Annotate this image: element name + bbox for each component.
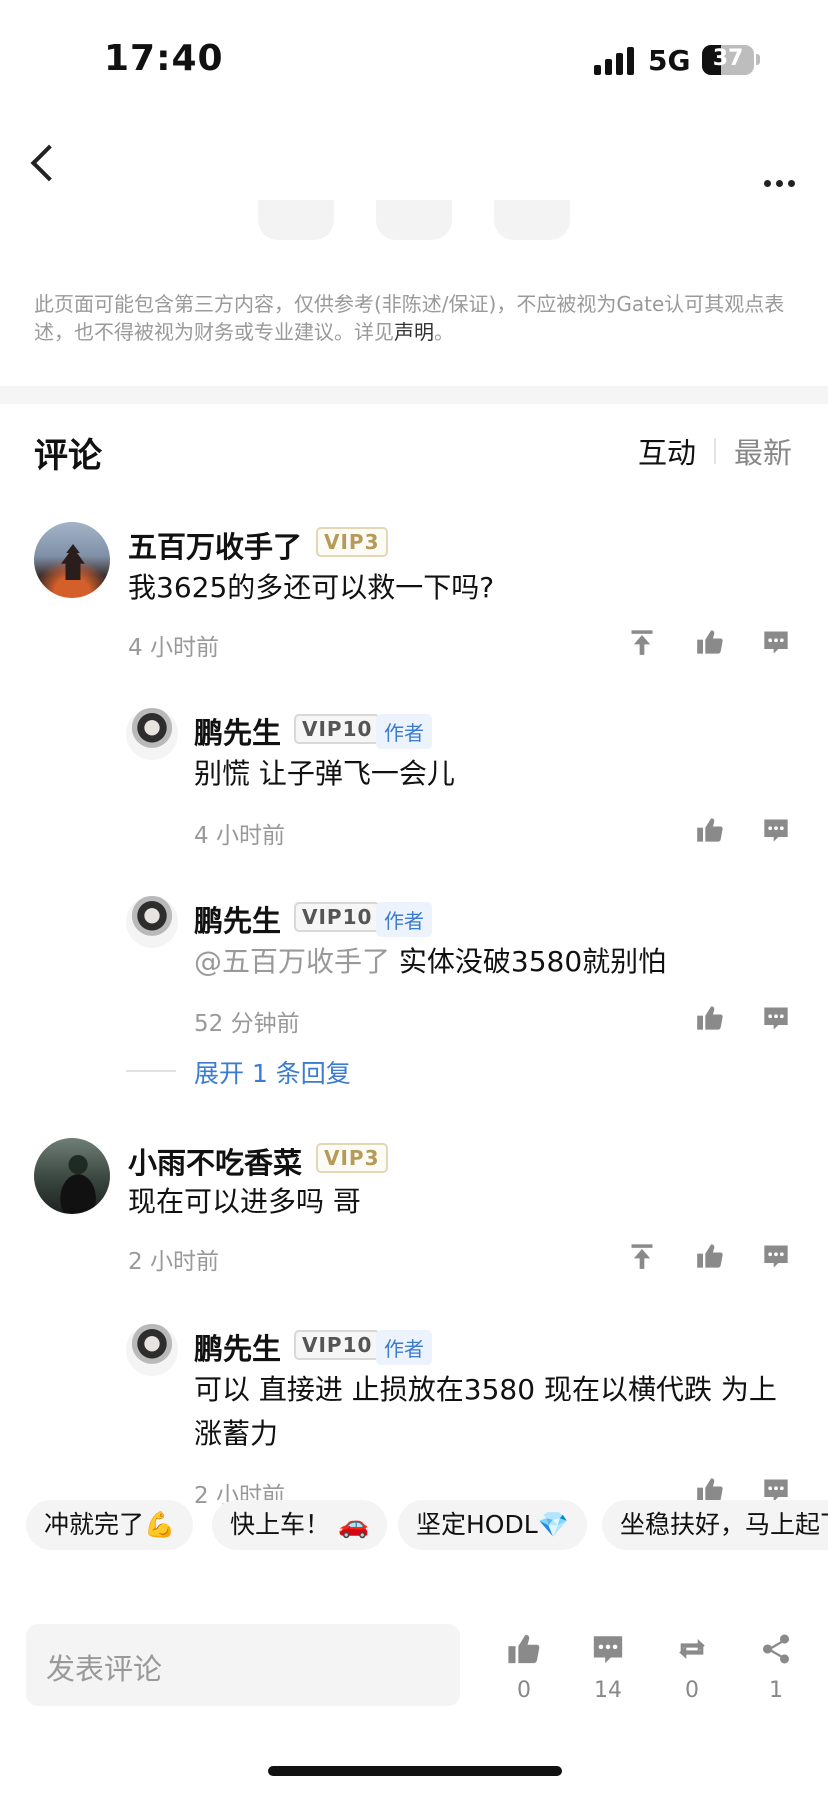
- repost-count: 0: [685, 1678, 699, 1703]
- reply-icon[interactable]: [762, 816, 790, 844]
- vip-badge: VIP3: [316, 1143, 388, 1173]
- quick-reply-chip[interactable]: 冲就完了💪: [26, 1500, 194, 1550]
- avatar[interactable]: [126, 896, 178, 948]
- vip-badge: VIP10: [294, 902, 381, 932]
- sort-tab-latest[interactable]: 最新: [734, 430, 792, 472]
- vip-badge: VIP3: [316, 527, 388, 557]
- status-time: 17:40: [104, 38, 224, 79]
- commenter-name[interactable]: 鹏先生: [194, 710, 281, 752]
- quick-reply-chip[interactable]: 坚定HODL💎: [398, 1500, 587, 1550]
- comment-text-line: 涨蓄力: [194, 1417, 279, 1450]
- avatar[interactable]: [34, 522, 110, 598]
- thumbs-up-icon[interactable]: [696, 1004, 724, 1032]
- like-count: 0: [517, 1678, 531, 1703]
- battery-icon: 37: [702, 45, 754, 75]
- comment-text: @五百万收手了 实体没破3580就别怕: [194, 940, 666, 984]
- comments-title: 评论: [34, 436, 102, 476]
- commenter-name[interactable]: 小雨不吃香菜: [128, 1140, 302, 1182]
- avatar[interactable]: [34, 1138, 110, 1214]
- thumbs-up-icon[interactable]: [696, 628, 724, 656]
- comment-body: 实体没破3580就别怕: [398, 945, 667, 978]
- signal-icon: [594, 47, 636, 75]
- avatar[interactable]: [126, 708, 178, 760]
- thumbs-up-icon[interactable]: [696, 816, 724, 844]
- reaction-pill[interactable]: [258, 200, 334, 240]
- comment-time: 52 分钟前: [194, 1011, 300, 1037]
- comment-icon: [593, 1636, 623, 1664]
- vip-badge: VIP10: [294, 714, 381, 744]
- battery-tip: [756, 54, 760, 65]
- statement-link[interactable]: 声明: [394, 320, 434, 344]
- author-badge: 作者: [376, 714, 432, 749]
- vip-badge: VIP10: [294, 1330, 381, 1360]
- section-divider: [0, 386, 828, 404]
- comment-text: 我3625的多还可以救一下吗?: [128, 571, 495, 604]
- quick-reply-chip[interactable]: 坐稳扶好，马上起飞: [602, 1500, 828, 1550]
- commenter-name[interactable]: 鹏先生: [194, 898, 281, 940]
- comment-placeholder: 发表评论: [46, 1652, 163, 1686]
- comment-input[interactable]: 发表评论: [26, 1624, 460, 1706]
- mention[interactable]: @五百万收手了: [194, 945, 390, 978]
- comment-text-line: 可以 直接进 止损放在3580 现在以横代跌 为上: [194, 1373, 777, 1406]
- battery-level: 37: [712, 46, 744, 71]
- disclaimer-end: 。: [434, 320, 454, 344]
- comment-text: 别慌 让子弹飞一会儿: [194, 757, 455, 790]
- reaction-pill[interactable]: [494, 200, 570, 240]
- avatar[interactable]: [126, 1324, 178, 1376]
- share-action[interactable]: 1: [746, 1632, 806, 1703]
- commenter-name[interactable]: 鹏先生: [194, 1326, 281, 1368]
- back-icon[interactable]: [30, 144, 68, 182]
- comment-action[interactable]: 14: [578, 1632, 638, 1703]
- disclaimer: 此页面可能包含第三方内容，仅供参考(非陈述/保证)，不应被视为Gate认可其观点…: [34, 290, 804, 346]
- quick-reply-bar: 冲就完了💪 快上车！ 🚗 坚定HODL💎 坐稳扶好，马上起飞: [0, 1490, 828, 1562]
- thumbs-up-icon[interactable]: [696, 1242, 724, 1270]
- comment-time: 2 小时前: [128, 1249, 219, 1275]
- thumbs-up-icon: [508, 1634, 540, 1664]
- comment-count: 14: [594, 1678, 622, 1703]
- author-badge: 作者: [376, 1330, 432, 1365]
- reply-icon[interactable]: [762, 1242, 790, 1270]
- comment-time: 4 小时前: [128, 635, 219, 661]
- reaction-pill[interactable]: [376, 200, 452, 240]
- quick-reply-chip[interactable]: 快上车！ 🚗: [212, 1500, 388, 1550]
- comment-text: 现在可以进多吗 哥: [128, 1185, 361, 1218]
- sort-separator: [714, 438, 716, 464]
- home-indicator[interactable]: [268, 1766, 562, 1776]
- reply-icon[interactable]: [762, 1004, 790, 1032]
- sort-tab-interactive[interactable]: 互动: [638, 430, 696, 472]
- network-type: 5G: [648, 44, 691, 77]
- comment-time: 4 小时前: [194, 823, 285, 849]
- commenter-name[interactable]: 五百万收手了: [128, 524, 302, 566]
- share-count: 1: [769, 1678, 783, 1703]
- expand-line: [126, 1070, 176, 1072]
- author-badge: 作者: [376, 902, 432, 937]
- repost-icon: [679, 1639, 705, 1659]
- reply-icon[interactable]: [762, 628, 790, 656]
- pin-top-icon[interactable]: [628, 628, 656, 656]
- repost-action[interactable]: 0: [662, 1632, 722, 1703]
- more-icon[interactable]: [764, 164, 800, 194]
- pin-top-icon[interactable]: [628, 1242, 656, 1270]
- share-icon: [762, 1634, 790, 1664]
- expand-replies-link[interactable]: 展开 1 条回复: [194, 1054, 351, 1090]
- like-action[interactable]: 0: [494, 1632, 554, 1703]
